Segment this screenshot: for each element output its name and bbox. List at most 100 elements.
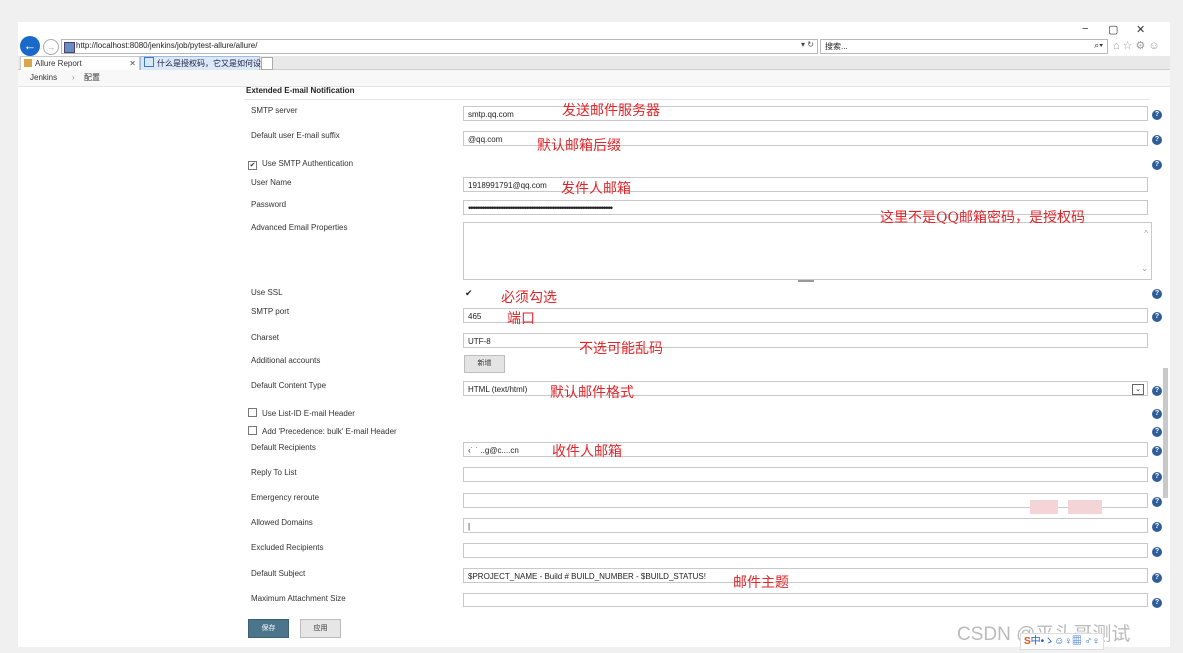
address-tools[interactable]: ▾ ↻	[801, 40, 814, 49]
smtp-auth-checkbox-row[interactable]: ✔ Use SMTP Authentication	[248, 159, 353, 170]
resize-grip-icon[interactable]	[798, 280, 814, 282]
add-account-button[interactable]: 新增	[464, 355, 505, 373]
toolbar-icons[interactable]: ⌂☆⚙☺	[1113, 39, 1163, 52]
address-url[interactable]: http://localhost:8080/jenkins/job/pytest…	[76, 41, 257, 50]
help-icon[interactable]: ?	[1152, 522, 1162, 532]
list-id-checkbox[interactable]	[248, 408, 257, 417]
page-scrollbar[interactable]	[1163, 368, 1168, 498]
user-name-label: User Name	[251, 178, 292, 187]
allowed-domains-input[interactable]: |	[463, 518, 1148, 533]
password-label: Password	[251, 200, 287, 209]
help-icon[interactable]: ?	[1152, 289, 1162, 299]
search-box[interactable]: 搜索... ⌕▾	[820, 39, 1108, 54]
annotation-smtp: 发送邮件服务器	[562, 103, 660, 119]
annotation-subject: 邮件主题	[733, 575, 789, 591]
help-icon[interactable]: ?	[1152, 446, 1162, 456]
ime-logo-icon[interactable]: S	[1024, 636, 1031, 647]
tab-favicon-icon	[24, 59, 32, 67]
tab-close-icon[interactable]: ✕	[129, 57, 136, 70]
list-id-label: Use List-ID E-mail Header	[262, 409, 355, 418]
tab-allure-report[interactable]: Allure Report ✕	[20, 56, 140, 70]
section-divider	[244, 99, 1150, 100]
ime-icons[interactable]: 中•ゝ☺♀▦ ♂♀	[1031, 636, 1100, 647]
use-ssl-checkbox[interactable]: ✔	[465, 289, 473, 298]
scroll-up-icon[interactable]: ^	[1144, 229, 1148, 238]
save-button[interactable]: 保存	[248, 619, 289, 638]
smtp-auth-checkbox[interactable]: ✔	[248, 161, 257, 170]
content-type-label: Default Content Type	[251, 381, 327, 390]
content-type-value: HTML (text/html)	[468, 385, 528, 394]
subject-label: Default Subject	[251, 569, 306, 578]
search-icon[interactable]: ⌕▾	[1094, 40, 1103, 51]
use-ssl-label: Use SSL	[251, 288, 283, 297]
recipients-label: Default Recipients	[251, 443, 316, 452]
advanced-props-label: Advanced Email Properties	[251, 223, 348, 232]
back-arrow-icon[interactable]: ←	[20, 36, 40, 56]
breadcrumb: Jenkins › 配置	[18, 70, 1170, 87]
max-attach-label: Maximum Attachment Size	[251, 594, 346, 603]
help-icon[interactable]: ?	[1152, 427, 1162, 437]
smtp-port-input[interactable]: 465	[463, 308, 1148, 323]
help-icon[interactable]: ?	[1152, 472, 1162, 482]
suffix-label: Default user E-mail suffix	[251, 131, 340, 140]
chevron-down-icon[interactable]: ⌄	[1132, 384, 1144, 395]
tab-favicon-icon	[144, 57, 154, 67]
excluded-label: Excluded Recipients	[251, 543, 324, 552]
excluded-input[interactable]	[463, 543, 1148, 558]
search-placeholder[interactable]: 搜索...	[825, 41, 848, 52]
precedence-checkbox-row[interactable]: Add 'Precedence: bulk' E-mail Header	[248, 426, 397, 436]
scroll-down-icon[interactable]: ⌄	[1141, 264, 1148, 273]
breadcrumb-jenkins[interactable]: Jenkins	[30, 70, 57, 86]
max-attach-input[interactable]	[463, 593, 1148, 607]
redacted-area	[1030, 500, 1058, 514]
reply-to-label: Reply To List	[251, 468, 297, 477]
help-icon[interactable]: ?	[1152, 573, 1162, 583]
emergency-label: Emergency reroute	[251, 493, 320, 502]
tab-strip: Allure Report ✕ 什么是授权码，它又是如何设...	[18, 56, 1170, 71]
charset-input[interactable]: UTF-8	[463, 333, 1148, 348]
address-bar[interactable]: http://localhost:8080/jenkins/job/pytest…	[61, 39, 818, 54]
help-icon[interactable]: ?	[1152, 497, 1162, 507]
close-button[interactable]: ✕	[1136, 23, 1145, 36]
annotation-password: 这里不是QQ邮箱密码，是授权码	[880, 210, 1085, 226]
restore-button[interactable]: ▢	[1108, 23, 1118, 36]
help-icon[interactable]: ?	[1152, 110, 1162, 120]
allowed-domains-label: Allowed Domains	[251, 518, 313, 527]
annotation-recipients: 收件人邮箱	[552, 444, 622, 460]
help-icon[interactable]: ?	[1152, 409, 1162, 419]
new-tab-button[interactable]	[261, 57, 273, 70]
subject-input[interactable]: $PROJECT_NAME - Build # BUILD_NUMBER - $…	[463, 568, 1148, 583]
annotation-user: 发件人邮箱	[561, 181, 631, 197]
help-icon[interactable]: ?	[1152, 160, 1162, 170]
help-icon[interactable]: ?	[1152, 547, 1162, 557]
help-icon[interactable]: ?	[1152, 598, 1162, 608]
annotation-content: 默认邮件格式	[550, 385, 634, 401]
precedence-label: Add 'Precedence: bulk' E-mail Header	[262, 427, 397, 436]
charset-label: Charset	[251, 333, 280, 342]
annotation-suffix: 默认邮箱后缀	[537, 138, 621, 154]
redacted-area	[1068, 500, 1102, 514]
list-id-checkbox-row[interactable]: Use List-ID E-mail Header	[248, 408, 355, 418]
section-title: Extended E-mail Notification	[246, 86, 355, 95]
precedence-checkbox[interactable]	[248, 426, 257, 435]
help-icon[interactable]: ?	[1152, 386, 1162, 396]
smtp-server-label: SMTP server	[251, 106, 298, 115]
page-favicon-icon	[64, 42, 75, 53]
help-icon[interactable]: ?	[1152, 312, 1162, 322]
forward-arrow-icon[interactable]: →	[43, 39, 59, 55]
reply-to-input[interactable]	[463, 467, 1148, 482]
smtp-port-label: SMTP port	[251, 307, 290, 316]
minimize-button[interactable]: −	[1082, 23, 1088, 35]
tab-auth-code[interactable]: 什么是授权码，它又是如何设...	[140, 56, 268, 71]
navigation-bar: ← → http://localhost:8080/jenkins/job/py…	[18, 36, 1170, 56]
tab-label: 什么是授权码，它又是如何设...	[157, 59, 268, 68]
additional-accounts-label: Additional accounts	[251, 356, 321, 365]
advanced-props-textarea[interactable]: ^ ⌄	[463, 222, 1152, 280]
ime-toolbar[interactable]: S中•ゝ☺♀▦ ♂♀	[1020, 633, 1104, 650]
breadcrumb-separator-icon: ›	[72, 73, 75, 82]
breadcrumb-current[interactable]: 配置	[84, 70, 100, 86]
annotation-charset: 不选可能乱码	[579, 341, 663, 357]
annotation-ssl: 必须勾选	[501, 290, 557, 306]
help-icon[interactable]: ?	[1152, 135, 1162, 145]
apply-button[interactable]: 应用	[300, 619, 341, 638]
